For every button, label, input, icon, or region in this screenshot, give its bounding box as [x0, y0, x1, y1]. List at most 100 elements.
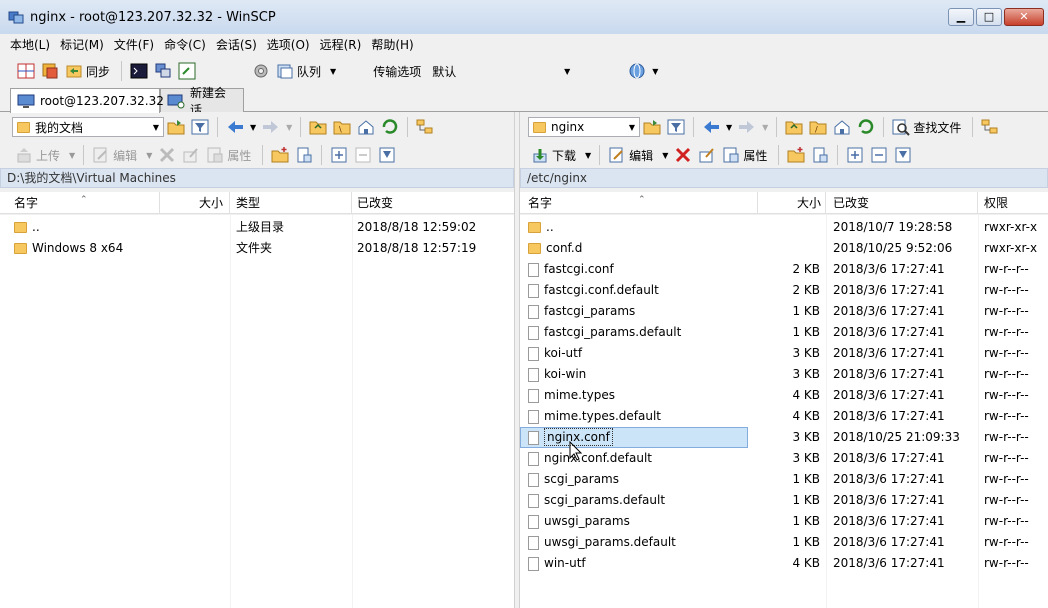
back-dropdown-icon[interactable]: ▼ [250, 123, 256, 132]
edit-dropdown-icon[interactable]: ▼ [662, 151, 668, 160]
menu-remote[interactable]: 远程(R) [320, 36, 362, 53]
file-row[interactable]: koi-win 3 KB 2018/3/6 17:27:41 rw-r--r-- [520, 364, 1048, 385]
tab-new-session[interactable]: 新建会话 [160, 86, 244, 117]
open-folder-icon[interactable] [167, 118, 185, 136]
filter-icon[interactable] [191, 118, 209, 136]
preferences-gear-icon[interactable] [252, 62, 270, 80]
sync-browse-icon[interactable] [41, 62, 59, 80]
col-name[interactable]: 名字 ⌃ [524, 192, 758, 214]
select-minus-icon[interactable] [354, 146, 372, 164]
back-dropdown-icon[interactable]: ▼ [726, 123, 732, 132]
file-row[interactable]: uwsgi_params.default 1 KB 2018/3/6 17:27:4… [520, 532, 1048, 553]
menu-command[interactable]: 命令(C) [164, 36, 206, 53]
properties-label[interactable]: 属性 [227, 147, 251, 164]
refresh-icon[interactable] [857, 118, 875, 136]
local-path-bar[interactable]: D:\我的文档\Virtual Machines [0, 168, 514, 188]
file-row[interactable]: scgi_params 1 KB 2018/3/6 17:27:41 rw-r--r-… [520, 469, 1048, 490]
close-button[interactable]: ✕ [1004, 8, 1044, 26]
file-row[interactable]: mime.types.default 4 KB 2018/3/6 17:27:41 r… [520, 406, 1048, 427]
edit-label[interactable]: 编辑 [113, 147, 137, 164]
find-files-icon[interactable] [892, 118, 911, 136]
edit-dropdown-icon[interactable]: ▼ [146, 151, 152, 160]
forward-arrow-icon[interactable] [738, 118, 756, 136]
properties-icon[interactable] [206, 146, 224, 164]
forward-arrow-icon[interactable] [262, 118, 280, 136]
rename-icon[interactable] [698, 146, 716, 164]
col-rights[interactable]: 权限 [978, 192, 1048, 214]
remote-file-list[interactable]: .. 2018/10/7 19:28:58 rwxr-xr-x conf.d 2018/… [520, 215, 1048, 608]
root-dir-icon[interactable]: \ [333, 118, 351, 136]
sync-label[interactable]: 同步 [86, 63, 110, 80]
file-row[interactable]: conf.d 2018/10/25 9:52:06 rwxr-xr-x [520, 238, 1048, 259]
local-file-list[interactable]: .. 上级目录 2018/8/18 12:59:02 Windows 8 x64 文件夹… [0, 215, 514, 608]
col-changed[interactable]: 已改变 [826, 192, 978, 214]
menu-options[interactable]: 选项(O) [267, 36, 310, 53]
menu-help[interactable]: 帮助(H) [371, 36, 413, 53]
compare-dirs-icon[interactable] [17, 62, 35, 80]
properties-icon[interactable] [722, 146, 740, 164]
remote-location-select[interactable]: nginx ▼ [528, 117, 640, 137]
forward-dropdown-icon[interactable]: ▼ [762, 123, 768, 132]
file-row[interactable]: nginx.conf 3 KB 2018/10/25 21:09:33 rw-r--r… [520, 427, 1048, 448]
local-location-select[interactable]: 我的文档 ▼ [12, 117, 164, 137]
delete-icon[interactable] [158, 146, 176, 164]
select-plus-icon[interactable] [846, 146, 864, 164]
putty-icon[interactable] [154, 62, 172, 80]
file-row[interactable]: koi-utf 3 KB 2018/3/6 17:27:41 rw-r--r-- [520, 343, 1048, 364]
open-folder-icon[interactable] [643, 118, 661, 136]
rename-icon[interactable] [182, 146, 200, 164]
refresh-icon[interactable] [381, 118, 399, 136]
parent-dir-icon[interactable] [309, 118, 327, 136]
home-icon[interactable] [833, 118, 851, 136]
file-row[interactable]: fastcgi.conf 2 KB 2018/3/6 17:27:41 rw-r--r… [520, 259, 1048, 280]
download-dropdown-icon[interactable]: ▼ [585, 151, 591, 160]
select-filter-icon[interactable] [378, 146, 396, 164]
file-row[interactable]: mime.types 4 KB 2018/3/6 17:27:41 rw-r--r-- [520, 385, 1048, 406]
download-icon[interactable] [531, 146, 549, 164]
edit-label[interactable]: 编辑 [629, 147, 653, 164]
file-row[interactable]: scgi_params.default 1 KB 2018/3/6 17:27:41… [520, 490, 1048, 511]
file-row[interactable]: fastcgi.conf.default 2 KB 2018/3/6 17:27:4… [520, 280, 1048, 301]
terminal-icon[interactable] [130, 62, 148, 80]
tree-view-icon[interactable] [416, 118, 434, 136]
network-dropdown-icon[interactable]: ▼ [652, 67, 658, 76]
file-row[interactable]: Windows 8 x64 文件夹 2018/8/18 12:57:19 [0, 238, 514, 259]
synchronize-icon[interactable] [65, 62, 83, 80]
menu-session[interactable]: 会话(S) [216, 36, 257, 53]
tab-session-root[interactable]: root@123.207.32.32 [10, 88, 164, 113]
select-filter-icon[interactable] [894, 146, 912, 164]
download-label[interactable]: 下载 [552, 147, 576, 164]
file-row[interactable]: uwsgi_params 1 KB 2018/3/6 17:27:41 rw-r--r… [520, 511, 1048, 532]
col-size[interactable]: 大小 [160, 192, 230, 214]
file-row[interactable]: fastcgi_params 1 KB 2018/3/6 17:27:41 rw-r-… [520, 301, 1048, 322]
menu-local[interactable]: 本地(L) [10, 36, 50, 53]
col-name[interactable]: 名字 ⌃ [10, 192, 160, 214]
forward-dropdown-icon[interactable]: ▼ [286, 123, 292, 132]
new-file-icon[interactable] [295, 146, 313, 164]
minimize-button[interactable]: ▁ [948, 8, 974, 26]
col-changed[interactable]: 已改变 [352, 192, 514, 214]
tree-view-icon[interactable] [981, 118, 999, 136]
refresh-all-icon[interactable] [178, 62, 196, 80]
menu-mark[interactable]: 标记(M) [60, 36, 104, 53]
col-type[interactable]: 类型 [230, 192, 352, 214]
new-folder-icon[interactable] [787, 146, 805, 164]
upload-icon[interactable] [15, 146, 33, 164]
col-size[interactable]: 大小 [758, 192, 826, 214]
root-dir-icon[interactable]: / [809, 118, 827, 136]
network-globe-icon[interactable] [628, 62, 646, 80]
maximize-button[interactable]: □ [976, 8, 1002, 26]
edit-icon[interactable] [608, 146, 626, 164]
select-plus-icon[interactable] [330, 146, 348, 164]
back-arrow-icon[interactable] [702, 118, 720, 136]
file-row[interactable]: nginx.conf.default 3 KB 2018/3/6 17:27:41 r… [520, 448, 1048, 469]
find-files-label[interactable]: 查找文件 [913, 119, 961, 136]
menu-file[interactable]: 文件(F) [114, 36, 154, 53]
properties-label[interactable]: 属性 [743, 147, 767, 164]
back-arrow-icon[interactable] [226, 118, 244, 136]
remote-path-bar[interactable]: /etc/nginx [520, 168, 1048, 188]
filter-icon[interactable] [667, 118, 685, 136]
new-folder-icon[interactable] [271, 146, 289, 164]
home-icon[interactable] [357, 118, 375, 136]
queue-icon[interactable] [276, 62, 294, 80]
